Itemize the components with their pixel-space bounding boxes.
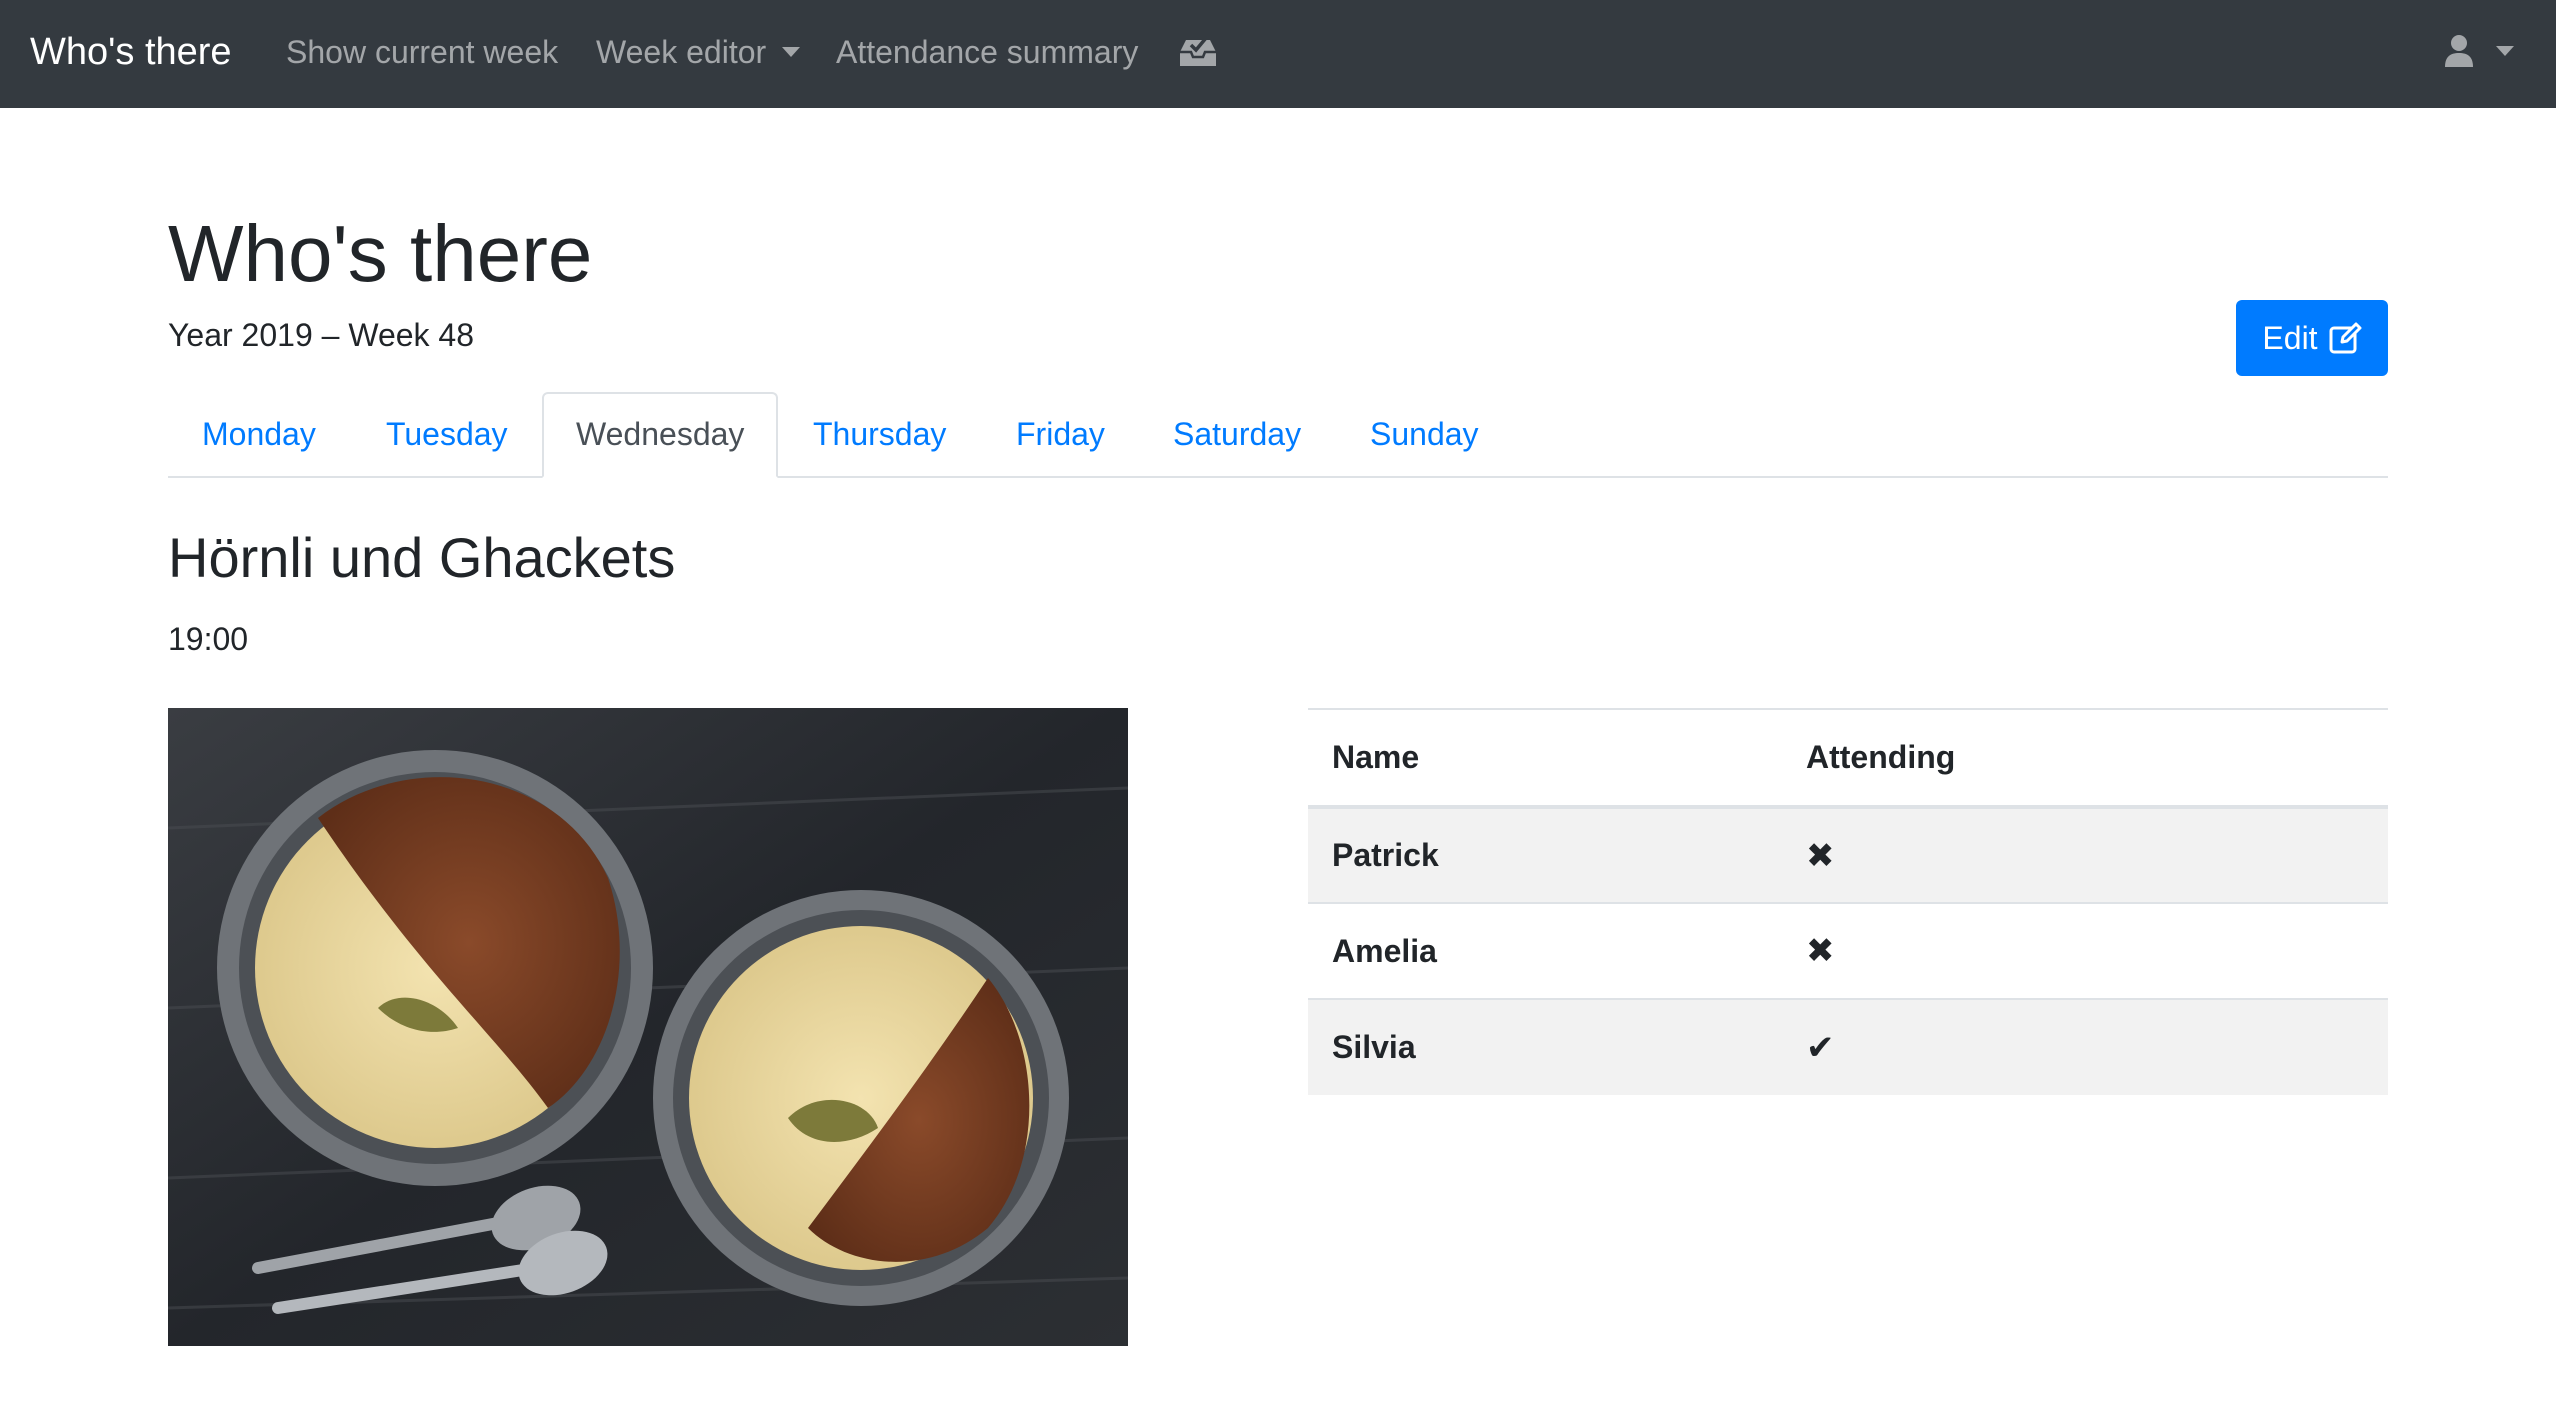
edit-icon — [2329, 322, 2362, 354]
inbox-check-icon[interactable] — [1178, 34, 1218, 73]
chevron-down-icon — [782, 47, 801, 57]
table-row: Amelia ✖ — [1308, 902, 2388, 999]
tab-wednesday[interactable]: Wednesday — [542, 392, 779, 478]
user-icon — [2445, 35, 2473, 67]
not-attending-icon: ✖ — [1782, 806, 2388, 903]
meal-time: 19:00 — [168, 621, 249, 657]
navbar: Who's there Show current week Week edito… — [0, 0, 2556, 108]
table-header-row: Name Attending — [1308, 708, 2388, 809]
nav-week-editor-label: Week editor — [596, 34, 767, 70]
nav-week-editor-dropdown[interactable]: Week editor — [596, 30, 801, 74]
tab-sunday[interactable]: Sunday — [1370, 392, 1479, 476]
column-header-name: Name — [1308, 708, 1782, 809]
edit-button[interactable]: Edit — [2236, 300, 2388, 376]
attendee-name: Silvia — [1308, 998, 1782, 1095]
meal-image — [168, 708, 1128, 1346]
not-attending-icon: ✖ — [1782, 902, 2388, 999]
attendee-name: Amelia — [1308, 902, 1782, 999]
attendance-table: Name Attending Patrick ✖ Amelia ✖ Silvia… — [1308, 708, 2388, 1095]
tab-saturday[interactable]: Saturday — [1173, 392, 1301, 476]
tab-thursday[interactable]: Thursday — [813, 392, 946, 476]
week-subtitle: Year 2019 – Week 48 — [168, 317, 475, 353]
page-title: Who's there — [168, 209, 593, 298]
navbar-brand[interactable]: Who's there — [30, 26, 232, 78]
tab-friday[interactable]: Friday — [1016, 392, 1105, 476]
edit-button-label: Edit — [2262, 319, 2318, 356]
nav-attendance-summary[interactable]: Attendance summary — [836, 30, 1138, 74]
tab-tuesday[interactable]: Tuesday — [386, 392, 508, 476]
meal-title: Hörnli und Ghackets — [168, 526, 676, 589]
nav-show-current-week[interactable]: Show current week — [286, 30, 558, 74]
table-row: Patrick ✖ — [1308, 806, 2388, 903]
table-row: Silvia ✔ — [1308, 998, 2388, 1095]
attending-check-icon: ✔ — [1782, 998, 2388, 1095]
chevron-down-icon — [2496, 46, 2514, 56]
attendee-name: Patrick — [1308, 806, 1782, 903]
user-menu-dropdown[interactable] — [2444, 34, 2514, 68]
tab-monday[interactable]: Monday — [202, 392, 316, 476]
day-tabs: Monday Tuesday Wednesday Thursday Friday… — [168, 392, 2388, 478]
column-header-attending: Attending — [1782, 708, 2388, 809]
